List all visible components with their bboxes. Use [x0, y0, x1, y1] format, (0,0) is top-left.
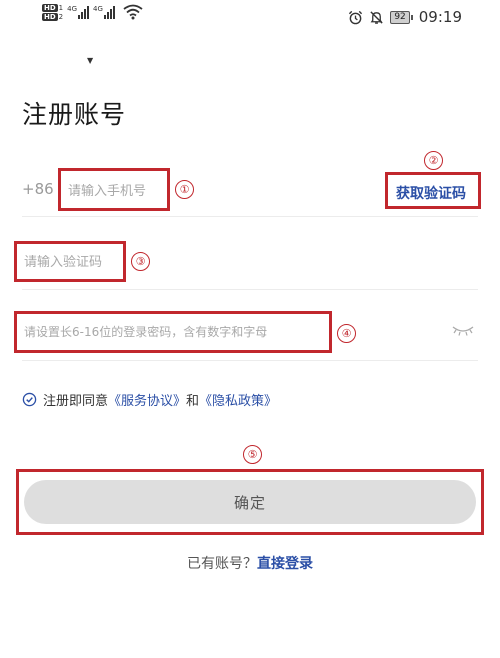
agreement-prefix: 注册即同意 [43, 394, 109, 409]
status-bar: HD 1 HD 2 4G 4G 92 09:19 [0, 0, 500, 36]
agreement-row: 注册即同意 《服务协议》 和 《隐私政策》 [22, 390, 277, 409]
check-circle-icon[interactable] [22, 392, 37, 407]
page-title: 注册账号 [22, 100, 127, 129]
eye-closed-icon[interactable] [452, 325, 474, 337]
verification-code-input[interactable] [24, 255, 120, 270]
country-code[interactable]: +86 [22, 180, 54, 198]
signal-1: 4G [67, 6, 90, 19]
annotation-number-5: ⑤ [243, 445, 262, 464]
phone-input[interactable] [68, 184, 164, 199]
confirm-button[interactable]: 确定 [24, 480, 476, 524]
direct-login-link[interactable]: 直接登录 [257, 556, 313, 572]
get-code-button[interactable]: 获取验证码 [396, 183, 466, 203]
clock: 09:19 [418, 8, 462, 26]
hd-indicators: HD 1 HD 2 [42, 4, 64, 21]
signal-bars-icon [78, 6, 90, 19]
agreement-conjunction: 和 [186, 394, 200, 409]
privacy-policy-link[interactable]: 《隐私政策》 [199, 390, 277, 409]
login-row: 已有账号？直接登录 [0, 553, 500, 573]
divider [22, 289, 478, 290]
alarm-icon [349, 10, 363, 24]
annotation-number-3: ③ [131, 252, 150, 271]
hd-badge-2: HD [42, 13, 58, 21]
annotation-number-4: ④ [337, 324, 356, 343]
status-bar-left: HD 1 HD 2 4G 4G [42, 4, 143, 21]
service-agreement-link[interactable]: 《服务协议》 [108, 390, 186, 409]
annotation-number-1: ① [175, 180, 194, 199]
signal-2: 4G [93, 6, 115, 19]
divider [22, 216, 478, 217]
mute-bell-icon [370, 10, 383, 24]
dropdown-caret-icon: ▼ [87, 56, 94, 65]
battery-level: 92 [390, 10, 410, 24]
status-bar-right: 92 09:19 [348, 8, 462, 26]
password-input[interactable] [24, 325, 326, 339]
battery-icon: 92 [390, 10, 413, 24]
signal-bars-icon [103, 6, 115, 19]
annotation-number-2: ② [424, 151, 443, 170]
have-account-text: 已有账号？ [187, 556, 257, 572]
wifi-icon [123, 4, 143, 20]
divider [22, 360, 478, 361]
hd-badge-1: HD [42, 4, 58, 12]
